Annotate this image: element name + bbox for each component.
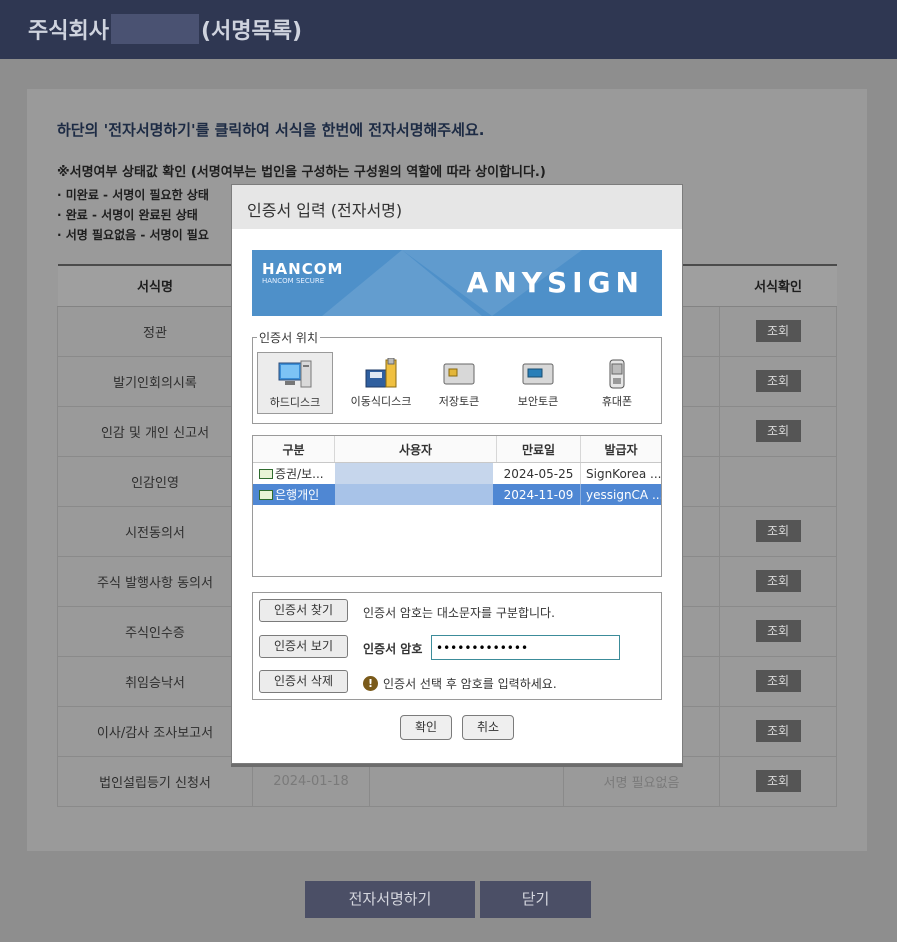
storage-token-icon	[443, 363, 475, 385]
form-name: 시전동의서	[57, 505, 253, 557]
cert-col-issuer: 발급자	[604, 442, 638, 457]
e-sign-button[interactable]: 전자서명하기	[305, 881, 475, 918]
status-notice: ※서명여부 상태값 확인 (서명여부는 법인을 구성하는 구성원의 역할에 따라…	[57, 165, 546, 180]
view-button[interactable]: 조회	[755, 770, 801, 792]
form-name: 인감 및 개인 신고서	[57, 405, 253, 457]
password-input[interactable]	[431, 635, 620, 660]
certificate-list: 구분 사용자 만료일 발급자 증권/보... 2024-05-25 SignKo…	[252, 435, 662, 577]
view-cell: 조회	[719, 605, 837, 657]
cert-col-type: 구분	[253, 436, 335, 462]
cert-col-expiry: 만료일	[497, 436, 581, 462]
cert-location-group: 인증서 위치 하드디스크 이동식디스크 저장토큰 보안토큰 휴대폰	[252, 329, 662, 424]
hancom-secure-text: HANCOM SECURE	[262, 277, 325, 285]
hard-disk-icon	[278, 360, 312, 388]
cert-issuer: yessignCA ...	[586, 487, 661, 502]
form-name: 정관	[57, 305, 253, 357]
ok-button[interactable]: 확인	[400, 715, 452, 740]
media-storage-token[interactable]: 저장토큰	[421, 352, 497, 414]
media-removable-disk[interactable]: 이동식디스크	[343, 352, 419, 414]
certificate-icon	[259, 489, 273, 500]
removable-disk-icon	[365, 358, 397, 388]
view-cell: 조회	[719, 655, 837, 707]
form-name: 주식 발행사항 동의서	[57, 555, 253, 607]
exclamation-icon: !	[363, 676, 378, 691]
redacted-company-name	[110, 14, 199, 44]
cert-location-legend: 인증서 위치	[257, 329, 321, 346]
hancom-logo: HANCOM	[262, 260, 344, 278]
media-mobile-phone[interactable]: 휴대폰	[579, 352, 655, 414]
view-cell: 조회	[719, 705, 837, 757]
form-name: 주식인수증	[57, 605, 253, 657]
form-name: 취임승낙서	[57, 655, 253, 707]
anysign-banner: HANCOM HANCOM SECURE ANYSIGN	[252, 250, 662, 316]
warning-message: ! 인증서 선택 후 암호를 입력하세요.	[363, 675, 557, 692]
cert-type: 증권/보...	[275, 467, 324, 481]
col-form-name: 서식명	[57, 264, 253, 307]
media-label: 보안토큰	[517, 395, 559, 408]
company-prefix: 주식회사	[28, 19, 109, 44]
view-button[interactable]: 조회	[755, 520, 801, 542]
mobile-phone-icon	[609, 359, 625, 389]
view-cell: 조회	[719, 405, 837, 457]
certificate-dialog: 인증서 입력 (전자서명) HANCOM HANCOM SECURE ANYSI…	[231, 184, 683, 764]
view-cell: 조회	[719, 555, 837, 607]
view-cell: 조회	[719, 305, 837, 357]
cert-row-selected[interactable]: 은행개인 2024-11-09 yessignCA ...	[253, 484, 661, 505]
cert-expiry: 2024-11-09	[497, 484, 581, 505]
form-name: 법인설립등기 신청서	[57, 755, 253, 807]
cert-expiry: 2024-05-25	[497, 463, 581, 484]
status-line-incomplete: · 미완료 - 서명이 필요한 상태	[57, 188, 209, 202]
media-label: 이동식디스크	[350, 395, 412, 408]
view-button[interactable]: 조회	[755, 620, 801, 642]
close-button[interactable]: 닫기	[480, 881, 591, 918]
redacted-user	[335, 463, 493, 484]
certificate-icon	[259, 468, 273, 479]
dialog-titlebar: 인증서 입력 (전자서명)	[232, 185, 682, 229]
cert-list-header: 구분 사용자 만료일 발급자	[253, 436, 661, 463]
view-cell: 조회	[719, 755, 837, 807]
find-cert-button[interactable]: 인증서 찾기	[259, 599, 348, 622]
cancel-button[interactable]: 취소	[462, 715, 514, 740]
view-button[interactable]: 조회	[755, 320, 801, 342]
form-name: 발기인회의시록	[57, 355, 253, 407]
warning-text: 인증서 선택 후 암호를 입력하세요.	[383, 677, 557, 691]
col-view: 서식확인	[719, 264, 837, 307]
anysign-brand: ANYSIGN	[466, 266, 644, 299]
form-name: 이사/감사 조사보고서	[57, 705, 253, 757]
media-hard-disk[interactable]: 하드디스크	[257, 352, 333, 414]
media-label: 휴대폰	[601, 395, 633, 408]
status-line-complete: · 완료 - 서명이 완료된 상태	[57, 208, 198, 222]
view-cell	[719, 455, 837, 507]
page-header: 주식회사 (서명목록)	[0, 0, 897, 59]
view-button[interactable]: 조회	[755, 670, 801, 692]
view-button[interactable]: 조회	[755, 570, 801, 592]
view-cell: 조회	[719, 355, 837, 407]
view-button[interactable]: 조회	[755, 370, 801, 392]
view-cert-button[interactable]: 인증서 보기	[259, 635, 348, 658]
password-label: 인증서 암호	[363, 642, 423, 656]
media-label: 하드디스크	[269, 396, 321, 409]
cert-issuer: SignKorea ...	[586, 466, 661, 481]
security-token-icon	[522, 363, 554, 385]
instruction-headline: 하단의 '전자서명하기'를 클릭하여 서식을 한번에 전자서명해주세요.	[57, 121, 485, 139]
password-section: 인증서 찾기 인증서 보기 인증서 삭제 인증서 암호는 대소문자를 구분합니다…	[252, 592, 662, 700]
case-sensitive-info: 인증서 암호는 대소문자를 구분합니다.	[363, 606, 555, 620]
form-name: 인감인영	[57, 455, 253, 507]
view-cell: 조회	[719, 505, 837, 557]
view-button[interactable]: 조회	[755, 420, 801, 442]
redacted-user	[335, 484, 493, 505]
delete-cert-button[interactable]: 인증서 삭제	[259, 670, 348, 693]
cert-col-user: 사용자	[335, 436, 497, 462]
dialog-title: 인증서 입력 (전자서명)	[247, 201, 403, 220]
title-suffix: (서명목록)	[200, 19, 303, 44]
media-label: 저장토큰	[438, 395, 480, 408]
cert-type: 은행개인	[275, 488, 320, 502]
view-button[interactable]: 조회	[755, 720, 801, 742]
page-title: 주식회사 (서명목록)	[28, 13, 302, 45]
media-security-token[interactable]: 보안토큰	[500, 352, 576, 414]
cert-row[interactable]: 증권/보... 2024-05-25 SignKorea ...	[253, 463, 661, 484]
status-line-not-required: · 서명 필요없음 - 서명이 필요	[57, 228, 209, 242]
